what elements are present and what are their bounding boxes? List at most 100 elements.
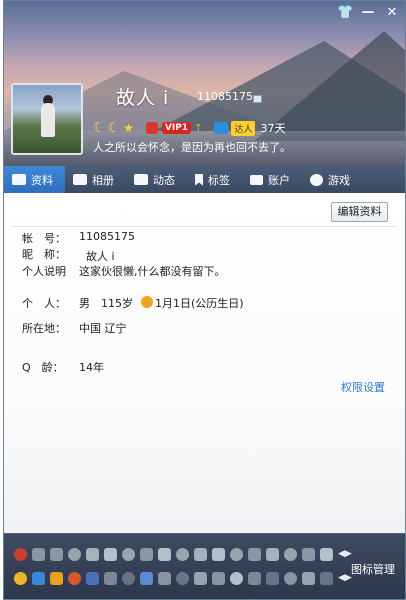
qq-number: 11085175 [197,90,253,103]
service-icon[interactable] [212,572,225,585]
photo-icon [73,174,87,185]
vip-badge[interactable]: VIP1 [161,122,192,134]
feed-icon [134,174,148,185]
vip-upgrade-icon: ↑ [194,122,203,134]
avatar-photo-body [41,103,55,137]
service-icon[interactable] [320,548,333,561]
daren-badge[interactable]: 达人 [231,120,256,136]
service-icon[interactable] [266,572,279,585]
service-icon[interactable] [86,572,99,585]
skin-icon[interactable]: 👕 [337,5,353,21]
service-icon[interactable] [194,572,207,585]
tab-feed[interactable]: 动态 [126,166,187,193]
moon-icon[interactable]: ☾ [108,121,121,135]
service-icon[interactable] [50,548,63,561]
service-icon[interactable] [68,548,81,561]
tab-tags[interactable]: 标签 [187,166,242,193]
qage-value: 14年 [79,361,104,374]
game-icon [310,173,323,186]
service-icon[interactable] [32,548,45,561]
service-icon[interactable] [266,548,279,561]
nickname-label: 昵 称： [22,248,66,261]
service-icon[interactable] [230,572,243,585]
service-icon[interactable] [158,572,171,585]
service-icon[interactable] [320,572,333,585]
badge-row: ☾ ☾ ★ VIP1 ↑ 达人 37天 [93,120,285,136]
location-value: 中国 辽宁 [79,322,127,335]
icon-row [14,572,333,585]
service-icon[interactable] [50,572,63,585]
bio-label: 个人说明 [22,265,66,278]
birthday-icon [141,296,153,308]
tab-label: 账户 [268,173,290,187]
wallet-icon [250,174,263,185]
service-icon[interactable] [104,572,117,585]
qrcode-icon[interactable] [253,95,262,103]
bio-value: 这家伙很懒,什么都没有留下。 [79,265,226,278]
service-icon[interactable] [212,548,225,561]
icon-bar: ◀▶ ◀▶ 图标管理 [4,533,405,599]
service-icon[interactable] [158,548,171,561]
tab-label: 动态 [153,173,175,187]
account-label: 帐 号： [22,232,66,245]
birthday-value: 1月1日(公历生日) [155,297,244,310]
service-icon[interactable] [194,548,207,561]
service-icon[interactable] [14,548,27,561]
service-icon[interactable] [284,548,297,561]
service-icon[interactable] [122,572,135,585]
moon-icon[interactable]: ☾ [93,121,106,135]
icon-row-arrows[interactable]: ◀▶ [338,549,352,559]
icon-manage-button[interactable]: 图标管理 [351,561,395,577]
age-value: 115岁 [101,297,133,310]
tab-album[interactable]: 相册 [65,166,126,193]
service-icon[interactable] [176,548,189,561]
service-icon[interactable] [230,548,243,561]
active-days: 37天 [260,122,286,135]
service-icon[interactable] [122,548,135,561]
tag-icon [195,173,203,186]
service-icon[interactable] [302,548,315,561]
edit-profile-button[interactable]: 编辑资料 [331,202,388,222]
service-icon[interactable] [86,548,99,561]
daren-icon[interactable] [214,122,229,134]
service-icon[interactable] [14,572,27,585]
service-icon[interactable] [248,548,261,561]
tab-account[interactable]: 账户 [242,166,302,193]
star-icon[interactable]: ★ [123,121,134,135]
gender-value: 男 [79,297,90,310]
service-icon[interactable] [140,572,153,585]
card-icon [12,174,26,185]
service-icon[interactable] [176,572,189,585]
profile-tabs: 资料 相册 动态 标签 账户 游戏 [4,166,405,193]
profile-details: 编辑资料 帐 号： 11085175 昵 称： 故人 i 个人说明 这家伙很懒,… [4,193,405,533]
profile-header: 👕 — ✕ 故人 i 11085175 ☾ ☾ ★ VIP1 ↑ 达人 37天 … [4,1,405,166]
avatar[interactable] [11,83,83,155]
account-value: 11085175 [79,230,135,243]
profile-nickname: 故人 i [116,87,170,109]
personal-label: 个 人： [22,297,66,310]
window-controls: 👕 — ✕ [337,5,399,21]
tab-label: 资料 [31,173,53,187]
close-button[interactable]: ✕ [385,5,399,21]
icon-row-arrows[interactable]: ◀▶ [338,573,352,583]
nickname-value: 故人 i [86,250,115,263]
service-icon[interactable] [302,572,315,585]
permission-settings-link[interactable]: 权限设置 [341,379,385,395]
service-icon[interactable] [248,572,261,585]
minimize-button[interactable]: — [361,5,375,21]
divider [12,226,397,227]
tab-label: 相册 [92,173,114,187]
tab-info[interactable]: 资料 [4,166,65,193]
vip-crown-icon[interactable] [145,122,158,134]
service-icon[interactable] [32,572,45,585]
service-icon[interactable] [284,572,297,585]
service-icon[interactable] [140,548,153,561]
service-icon[interactable] [104,548,117,561]
signature[interactable]: 人之所以会怀念，是因为再也回不去了。 [93,139,291,155]
tab-games[interactable]: 游戏 [302,166,362,193]
profile-window: 👕 — ✕ 故人 i 11085175 ☾ ☾ ★ VIP1 ↑ 达人 37天 … [3,0,406,600]
tab-label: 游戏 [328,173,350,187]
tab-label: 标签 [208,173,230,187]
location-label: 所在地： [22,322,66,335]
service-icon[interactable] [68,572,81,585]
